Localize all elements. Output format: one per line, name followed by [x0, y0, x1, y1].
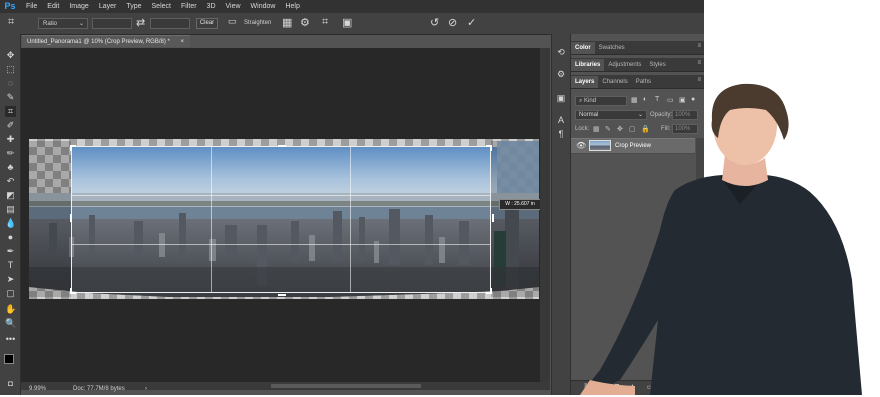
status-menu-arrow[interactable]: ›: [145, 384, 147, 395]
panel-menu-icon[interactable]: ≡: [697, 43, 701, 49]
tools-panel: ✥ ⬚ ◌ ✎ ⌗ ✐ ✚ ✏ ♣ ↶ ◩ ▤ 💧 ● ✒ T ➤ ▢ ✋ 🔍 …: [0, 34, 21, 395]
crop-handle-right[interactable]: [488, 214, 494, 222]
crop-grid-line: [72, 195, 490, 197]
crop-width-readout: W : 25.607 in: [499, 199, 541, 210]
crop-grid-line: [350, 147, 352, 292]
menu-view[interactable]: View: [221, 0, 246, 13]
properties-icon[interactable]: ⚙: [555, 68, 567, 80]
ps-logo: Ps: [4, 1, 16, 11]
crop-handle-bottom[interactable]: [278, 290, 286, 296]
path-select-icon[interactable]: ➤: [5, 274, 16, 285]
menu-edit[interactable]: Edit: [42, 0, 64, 13]
swap-arrows-icon[interactable]: ⇄: [136, 16, 145, 29]
menu-3d[interactable]: 3D: [202, 0, 221, 13]
ratio-dropdown[interactable]: Ratio ⌄: [38, 18, 88, 29]
adjust-icon[interactable]: ▣: [555, 92, 567, 104]
gear-icon[interactable]: ⚙: [300, 16, 310, 29]
reset-icon[interactable]: ↺: [430, 16, 439, 29]
healing-icon[interactable]: ✚: [5, 134, 16, 145]
clone-stamp-icon[interactable]: ♣: [5, 162, 16, 173]
tab-color[interactable]: Color: [571, 42, 595, 54]
libraries-panel-tabs: Libraries Adjustments Styles ≡: [571, 58, 704, 72]
document-tab[interactable]: Untitled_Panorama1 @ 10% (Crop Preview, …: [22, 35, 190, 47]
zoom-level[interactable]: 9.99%: [29, 384, 46, 395]
move-icon[interactable]: ✥: [5, 50, 16, 61]
menu-select[interactable]: Select: [147, 0, 176, 13]
menu-layer[interactable]: Layer: [94, 0, 122, 13]
crop-handle-top[interactable]: [278, 145, 286, 151]
ratio-value: Ratio: [43, 21, 58, 27]
crop-handle-left[interactable]: [70, 214, 76, 222]
paragraph-icon[interactable]: ¶: [555, 128, 567, 140]
hand-icon[interactable]: ✋: [5, 304, 16, 315]
overlay-grid-icon[interactable]: ▦: [282, 16, 292, 29]
quick-select-icon[interactable]: ✎: [5, 92, 16, 103]
menu-file[interactable]: File: [21, 0, 42, 13]
quick-mask-icon[interactable]: ◘: [5, 378, 16, 389]
crop-box[interactable]: [71, 146, 491, 293]
presenter-video: [580, 80, 880, 395]
panel-icon-strip: ⟲ ⚙ ▣ A ¶: [551, 34, 571, 395]
zoom-icon[interactable]: 🔍: [5, 318, 16, 329]
options-bar: ⌗ Ratio ⌄ ⇄ Clear ▭ Straighten ▦ ⚙ ⌗ ▣ ↺…: [0, 13, 704, 35]
commit-check-icon[interactable]: ✓: [467, 16, 476, 29]
brush-icon[interactable]: ✏: [5, 148, 16, 159]
tab-swatches[interactable]: Swatches: [595, 42, 629, 54]
crop-handle-top-left[interactable]: [70, 145, 76, 151]
gradient-icon[interactable]: ▤: [5, 204, 16, 215]
blur-icon[interactable]: 💧: [5, 218, 16, 229]
history-brush-icon[interactable]: ↶: [5, 176, 16, 187]
foreground-color-swatch[interactable]: [4, 354, 14, 364]
vertical-scrollbar[interactable]: [540, 48, 550, 382]
menu-bar: Ps File Edit Image Layer Type Select Fil…: [0, 0, 704, 13]
menu-image[interactable]: Image: [64, 0, 93, 13]
tab-styles[interactable]: Styles: [645, 59, 669, 71]
cancel-icon[interactable]: ⊘: [448, 16, 457, 29]
crop-handle-bottom-left[interactable]: [70, 288, 76, 294]
content-aware-crop-icon[interactable]: ⌗: [322, 16, 328, 29]
document-title: Untitled_Panorama1 @ 10% (Crop Preview, …: [27, 39, 170, 45]
width-field[interactable]: [92, 18, 132, 29]
crop-grid-line: [72, 243, 490, 245]
lasso-icon[interactable]: ◌: [5, 78, 16, 89]
tab-libraries[interactable]: Libraries: [571, 59, 605, 71]
tab-adjustments[interactable]: Adjustments: [604, 59, 645, 71]
character-icon[interactable]: A: [555, 114, 567, 126]
menu-window[interactable]: Window: [246, 0, 281, 13]
doc-size-info: Doc: 77.7M/8 bytes: [73, 386, 125, 392]
dodge-icon[interactable]: ●: [5, 232, 16, 243]
straighten-label[interactable]: Straighten: [244, 20, 271, 26]
menu-filter[interactable]: Filter: [176, 0, 202, 13]
marquee-icon[interactable]: ⬚: [5, 64, 16, 75]
delete-cropped-icon[interactable]: ▣: [342, 16, 352, 29]
type-icon[interactable]: T: [5, 260, 16, 271]
crop-grid-line: [211, 147, 213, 292]
close-icon[interactable]: ×: [180, 36, 184, 48]
pen-icon[interactable]: ✒: [5, 246, 16, 257]
color-panel-tabs: Color Swatches ≡: [571, 41, 704, 55]
crop-handle-bottom-right[interactable]: [486, 288, 492, 294]
status-bar: 9.99% Doc: 77.7M/8 bytes ›: [21, 384, 550, 395]
chevron-down-icon: ⌄: [78, 21, 84, 27]
menu-type[interactable]: Type: [121, 0, 146, 13]
eyedropper-icon[interactable]: ✐: [5, 120, 16, 131]
shape-icon[interactable]: ▢: [5, 288, 16, 299]
eraser-icon[interactable]: ◩: [5, 190, 16, 201]
crop-icon[interactable]: ⌗: [8, 16, 14, 29]
height-field[interactable]: [150, 18, 190, 29]
straighten-icon[interactable]: ▭: [228, 16, 237, 27]
more-tools-icon[interactable]: •••: [5, 334, 16, 345]
panel-menu-icon[interactable]: ≡: [697, 60, 701, 66]
crop-handle-top-right[interactable]: [486, 145, 492, 151]
history-icon[interactable]: ⟲: [555, 46, 567, 58]
menu-help[interactable]: Help: [280, 0, 304, 13]
clear-button[interactable]: Clear: [196, 18, 218, 29]
crop-icon[interactable]: ⌗: [5, 106, 16, 117]
